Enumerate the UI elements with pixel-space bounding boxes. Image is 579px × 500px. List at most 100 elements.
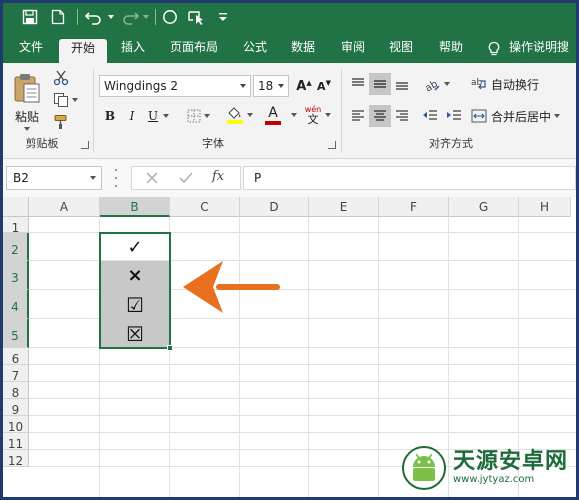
fill-handle[interactable] bbox=[167, 345, 173, 351]
tab-view[interactable]: 视图 bbox=[381, 39, 421, 63]
formula-buttons: fx bbox=[131, 166, 241, 190]
decrease-font-size-icon[interactable]: A ▼ bbox=[315, 75, 333, 97]
column-header-g[interactable]: G bbox=[449, 197, 519, 217]
row-header-2[interactable]: 2 bbox=[3, 233, 29, 261]
row-header-11[interactable]: 11 bbox=[3, 433, 29, 451]
tab-review[interactable]: 审阅 bbox=[333, 39, 373, 63]
clipboard-launcher-icon[interactable] bbox=[81, 141, 89, 149]
tab-data[interactable]: 数据 bbox=[283, 39, 323, 63]
merge-center-button[interactable]: 合并后居中 bbox=[471, 105, 571, 127]
excel-window: 文件 开始 插入 页面布局 公式 数据 审阅 视图 帮助 操作说明搜 粘贴 剪贴… bbox=[3, 3, 576, 497]
align-right-icon[interactable] bbox=[391, 105, 413, 127]
row-header-4[interactable]: 4 bbox=[3, 290, 29, 319]
borders-icon bbox=[187, 109, 200, 123]
font-launcher-icon[interactable] bbox=[328, 141, 336, 149]
group-divider bbox=[341, 69, 342, 153]
row-header-3[interactable]: 3 bbox=[3, 261, 29, 290]
align-left-icon[interactable] bbox=[347, 105, 369, 127]
decrease-indent-icon[interactable] bbox=[419, 105, 441, 127]
tell-me-search[interactable]: 操作说明搜 bbox=[509, 39, 576, 63]
align-top-icon[interactable] bbox=[347, 73, 369, 95]
fill-color-button[interactable] bbox=[223, 103, 255, 127]
tab-file[interactable]: 文件 bbox=[9, 39, 53, 63]
paste-button[interactable]: 粘贴 bbox=[9, 69, 45, 133]
row-header-6[interactable]: 6 bbox=[3, 348, 29, 366]
align-center-icon[interactable] bbox=[369, 105, 391, 127]
font-color-letter: A bbox=[268, 104, 278, 121]
tab-help[interactable]: 帮助 bbox=[431, 39, 471, 63]
select-pointer-icon[interactable] bbox=[185, 7, 209, 27]
undo-dropdown-icon[interactable] bbox=[106, 7, 116, 27]
cancel-icon[interactable] bbox=[144, 170, 160, 189]
row-header-5[interactable]: 5 bbox=[3, 319, 29, 348]
column-header-h[interactable]: H bbox=[519, 197, 571, 217]
copy-icon[interactable] bbox=[51, 91, 79, 109]
font-group-label: 字体 bbox=[202, 137, 224, 150]
font-size-value: 18 bbox=[258, 79, 274, 93]
insert-function-button[interactable]: fx bbox=[212, 169, 224, 184]
gridline-horizontal bbox=[29, 415, 576, 416]
column-header-d[interactable]: D bbox=[240, 197, 309, 217]
column-header-e[interactable]: E bbox=[309, 197, 379, 217]
phonetic-dropdown-icon[interactable] bbox=[323, 103, 333, 127]
underline-button[interactable]: U bbox=[145, 105, 161, 127]
align-bottom-icon[interactable] bbox=[391, 73, 413, 95]
watermark-url: www.jytyaz.com bbox=[452, 474, 535, 485]
increase-indent-icon[interactable] bbox=[443, 105, 465, 127]
orange-arrow-annotation bbox=[183, 261, 280, 313]
underline-dropdown-icon[interactable] bbox=[161, 105, 171, 127]
font-color-dropdown-icon[interactable] bbox=[289, 103, 299, 127]
column-header-a[interactable]: A bbox=[29, 197, 100, 217]
gridline-horizontal bbox=[29, 364, 576, 365]
wrap-text-label: 自动换行 bbox=[491, 77, 540, 92]
row-header-7[interactable]: 7 bbox=[3, 365, 29, 383]
undo-icon[interactable] bbox=[83, 7, 105, 27]
font-color-button[interactable]: A bbox=[257, 103, 289, 127]
row-header-1[interactable]: 1 bbox=[3, 217, 29, 235]
name-box[interactable]: B2 bbox=[6, 166, 102, 190]
row-header-12[interactable]: 12 bbox=[3, 450, 29, 468]
alignment-group-label: 对齐方式 bbox=[429, 137, 473, 150]
paste-label: 粘贴 bbox=[14, 109, 39, 124]
phonetic-guide-button[interactable]: wén 文 bbox=[303, 103, 323, 127]
row-header-9[interactable]: 9 bbox=[3, 399, 29, 417]
paste-dropdown-icon[interactable] bbox=[24, 126, 30, 131]
clipboard-group-label: 剪贴板 bbox=[25, 137, 59, 150]
formula-bar-grip-icon bbox=[115, 169, 118, 187]
new-file-icon[interactable] bbox=[47, 7, 69, 27]
column-header-c[interactable]: C bbox=[170, 197, 240, 217]
save-icon[interactable] bbox=[19, 7, 41, 27]
tab-home[interactable]: 开始 bbox=[59, 39, 107, 63]
increase-font-size-icon[interactable]: A ▲ bbox=[295, 75, 313, 97]
gridline-vertical bbox=[308, 217, 309, 497]
enter-check-icon[interactable] bbox=[178, 170, 194, 189]
orientation-button[interactable]: ab bbox=[421, 73, 451, 95]
redo-dropdown-icon[interactable] bbox=[141, 7, 151, 27]
merge-center-label: 合并后居中 bbox=[491, 109, 552, 124]
font-size-select[interactable]: 18 bbox=[253, 75, 289, 97]
customize-menu-icon[interactable] bbox=[217, 7, 229, 27]
select-all-corner[interactable] bbox=[3, 197, 29, 217]
font-name-select[interactable]: Wingdings 2 bbox=[99, 75, 251, 97]
align-middle-icon[interactable] bbox=[369, 73, 391, 95]
quick-access-toolbar bbox=[3, 3, 576, 31]
cut-icon[interactable] bbox=[51, 69, 71, 87]
tab-insert[interactable]: 插入 bbox=[111, 39, 155, 63]
row-header-8[interactable]: 8 bbox=[3, 382, 29, 400]
ribbon-home: 粘贴 剪贴板 Wingdings 2 18 A ▲ A ▼ B I U A wé… bbox=[3, 63, 576, 159]
redo-icon[interactable] bbox=[119, 7, 141, 27]
column-header-f[interactable]: F bbox=[379, 197, 449, 217]
toolbar-divider bbox=[155, 9, 156, 25]
tab-formulas[interactable]: 公式 bbox=[235, 39, 275, 63]
column-header-b[interactable]: B bbox=[100, 197, 170, 217]
tab-page-layout[interactable]: 页面布局 bbox=[161, 39, 227, 63]
formula-input[interactable]: P bbox=[243, 166, 576, 190]
bold-button[interactable]: B bbox=[101, 105, 119, 127]
ribbon-tabs: 文件 开始 插入 页面布局 公式 数据 审阅 视图 帮助 操作说明搜 bbox=[3, 31, 576, 63]
italic-button[interactable]: I bbox=[123, 105, 141, 127]
borders-button[interactable] bbox=[183, 105, 213, 127]
row-header-10[interactable]: 10 bbox=[3, 416, 29, 434]
wrap-text-button[interactable]: ab 自动换行 bbox=[471, 73, 543, 95]
circle-icon[interactable] bbox=[159, 7, 181, 27]
format-painter-icon[interactable] bbox=[51, 113, 71, 131]
